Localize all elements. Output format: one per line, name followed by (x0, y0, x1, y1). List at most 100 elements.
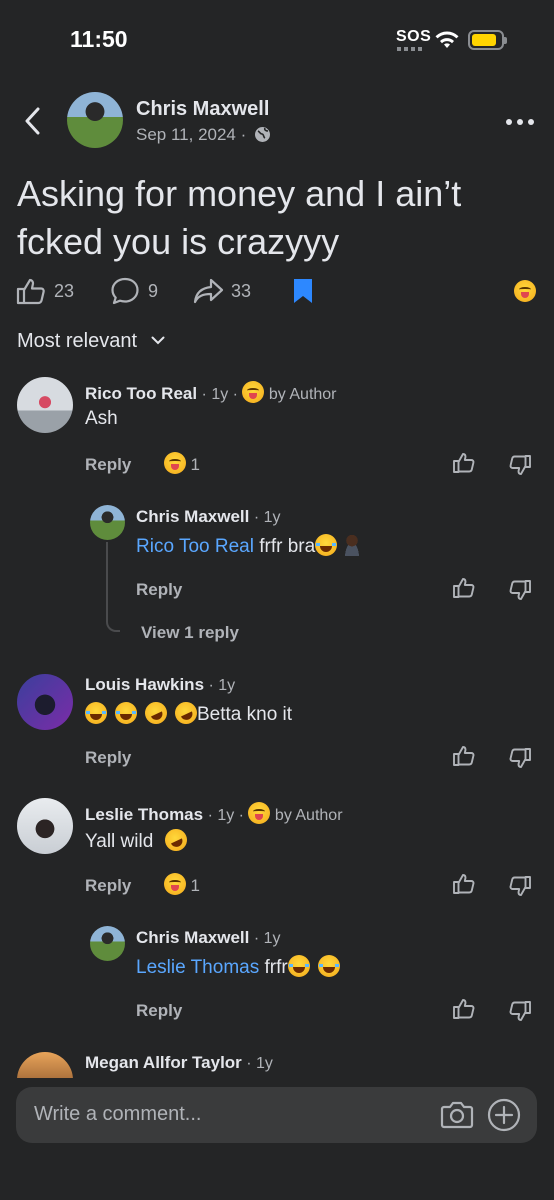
commenter-name[interactable]: Leslie Thomas (85, 805, 203, 824)
chevron-down-icon (151, 336, 165, 345)
comment-dislike-icon[interactable] (508, 453, 532, 477)
view-replies-link[interactable]: View 1 reply (141, 623, 239, 643)
comment-dislike-icon[interactable] (508, 746, 532, 770)
comment-time: · 1y (246, 1055, 273, 1072)
commenter-name[interactable]: Megan Allfor Taylor (85, 1053, 242, 1072)
thread-line (106, 542, 120, 632)
tongue-emoji-icon (164, 873, 186, 895)
sort-dropdown[interactable]: Most relevant (17, 330, 165, 353)
reply-dislike-icon[interactable] (508, 999, 532, 1023)
comment-reaction[interactable]: 1 (164, 452, 200, 475)
reply-time: · 1y (253, 509, 281, 526)
mention-link[interactable]: Leslie Thomas (136, 957, 259, 978)
comment-text-body: Yall wild (85, 831, 154, 852)
reply-like-icon[interactable] (452, 997, 476, 1021)
bookmark-icon[interactable] (292, 277, 314, 305)
reply-text: Leslie Thomas frfr (136, 955, 340, 979)
like-icon[interactable] (16, 277, 46, 305)
like-count: 23 (54, 281, 75, 301)
laughing-emoji-icon (315, 534, 338, 556)
comment-header: Leslie Thomas · 1y · by Author (85, 802, 343, 825)
author-avatar[interactable] (67, 92, 123, 148)
post-text: Asking for money and I ain’t fcked you i… (17, 170, 461, 266)
person-emoji-icon (341, 534, 364, 556)
mention-link[interactable]: Rico Too Real (136, 536, 254, 557)
reply-author-name[interactable]: Chris Maxwell (136, 928, 249, 947)
sos-indicator: SOS (396, 28, 432, 45)
by-author-badge: by Author (274, 807, 343, 824)
reply-avatar[interactable] (90, 505, 125, 540)
sort-label: Most relevant (17, 330, 138, 352)
reply-header: Chris Maxwell · 1y (136, 507, 281, 527)
camera-icon[interactable] (440, 1100, 474, 1130)
reply-dislike-icon[interactable] (508, 578, 532, 602)
post-author-name[interactable]: Chris Maxwell (136, 98, 269, 121)
comment-time: · 1y (208, 677, 236, 694)
laughing-emoji-icon (115, 702, 137, 724)
comment-like-icon[interactable] (452, 872, 476, 896)
comment-header: Louis Hawkins · 1y (85, 675, 235, 695)
plus-circle-icon[interactable] (487, 1098, 521, 1132)
author-reaction-icon (242, 381, 265, 403)
laughing-emoji-icon (317, 955, 340, 977)
comment-text: Ash (85, 408, 118, 429)
comment-text-body: Betta kno it (197, 704, 293, 725)
comment-header: Rico Too Real · 1y · by Author (85, 381, 337, 404)
reply-time: · 1y (253, 930, 281, 947)
comment-composer[interactable]: Write a comment... (16, 1087, 537, 1143)
comment-input-placeholder[interactable]: Write a comment... (34, 1103, 201, 1126)
rofl-emoji-icon (141, 698, 171, 728)
share-arrow-icon[interactable] (193, 277, 225, 305)
comment-dislike-icon[interactable] (508, 874, 532, 898)
by-author-badge: by Author (268, 386, 337, 403)
commenter-avatar[interactable] (17, 798, 73, 854)
globe-icon (254, 126, 271, 143)
date-separator: · (240, 125, 247, 144)
reply-text-body: frfr (264, 957, 288, 978)
comment-time: · 1y · (207, 807, 245, 824)
reply-button[interactable]: Reply (136, 580, 182, 600)
comment-like-icon[interactable] (452, 744, 476, 768)
reply-header: Chris Maxwell · 1y (136, 928, 281, 948)
laughing-emoji-icon (287, 955, 310, 977)
comment-count: 9 (148, 281, 159, 301)
commenter-name[interactable]: Louis Hawkins (85, 675, 204, 694)
more-horizontal-icon[interactable] (505, 117, 535, 127)
back-chevron-icon[interactable] (22, 106, 44, 136)
reply-avatar[interactable] (90, 926, 125, 961)
commenter-avatar[interactable] (17, 674, 73, 730)
comment-text: Betta kno it (85, 698, 293, 728)
reaction-count: 1 (190, 455, 200, 474)
reply-text-body: frfr bra (259, 536, 316, 557)
reaction-emoji-icon[interactable] (514, 280, 536, 303)
wifi-icon (434, 30, 460, 55)
share-count: 33 (231, 281, 252, 301)
reply-button[interactable]: Reply (85, 748, 131, 768)
post-date-text: Sep 11, 2024 (136, 125, 236, 144)
reply-button[interactable]: Reply (85, 455, 131, 475)
tongue-emoji-icon (164, 452, 186, 474)
laughing-emoji-icon (85, 702, 107, 724)
commenter-name[interactable]: Rico Too Real (85, 384, 197, 403)
commenter-avatar[interactable] (17, 377, 73, 433)
post-text-line-2: fcked you is crazyyy (17, 221, 340, 262)
reply-author-name[interactable]: Chris Maxwell (136, 507, 249, 526)
reaction-count: 1 (190, 876, 200, 895)
comment-time: · 1y · (201, 386, 238, 403)
reply-text: Rico Too Real frfr bra (136, 534, 364, 558)
author-reaction-icon (248, 802, 271, 824)
comment-bubble-icon[interactable] (110, 277, 140, 305)
post-date: Sep 11, 2024 · (136, 125, 246, 145)
reply-button[interactable]: Reply (85, 876, 131, 896)
comment-text: Yall wild (85, 825, 191, 855)
status-time: 11:50 (70, 26, 128, 52)
battery-icon (468, 30, 507, 50)
comment-reaction[interactable]: 1 (164, 873, 200, 896)
reply-button[interactable]: Reply (136, 1001, 182, 1021)
comment-like-icon[interactable] (452, 451, 476, 475)
reply-like-icon[interactable] (452, 576, 476, 600)
comment-header: Megan Allfor Taylor · 1y (85, 1053, 273, 1073)
rofl-emoji-icon (160, 825, 191, 855)
signal-dots (397, 47, 423, 51)
post-text-line-1: Asking for money and I ain’t (17, 173, 462, 214)
